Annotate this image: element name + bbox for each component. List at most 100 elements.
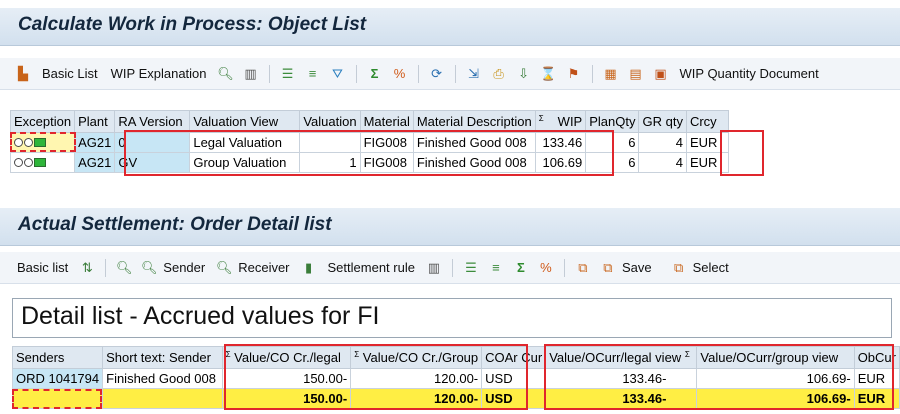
- sort-ascending-icon[interactable]: ☰: [462, 259, 480, 277]
- grqty-cell[interactable]: 4: [638, 152, 687, 173]
- grqty-cell[interactable]: 4: [638, 132, 687, 153]
- wip-explanation-button[interactable]: WIP Explanation: [106, 66, 212, 81]
- plant-cell[interactable]: AG21: [74, 132, 116, 153]
- layout-icon[interactable]: ▦: [602, 65, 620, 83]
- table-row[interactable]: AG21 GV Group Valuation 1 FIG008 Finishe…: [9, 152, 729, 173]
- col-oc-group[interactable]: Value/OCurr/group view: [696, 346, 855, 369]
- plant-cell[interactable]: AG21: [74, 152, 116, 173]
- col-exception[interactable]: Exception: [9, 110, 76, 133]
- short-text-cell[interactable]: Finished Good 008: [102, 368, 223, 389]
- col-material[interactable]: Material: [359, 110, 414, 133]
- material-cell[interactable]: FIG008: [359, 132, 414, 153]
- col-crcy[interactable]: Crcy: [685, 110, 729, 133]
- save-button[interactable]: Save: [622, 260, 657, 275]
- layout-choose-icon[interactable]: ▤: [627, 65, 645, 83]
- total-oc-legal-cell[interactable]: 133.46-: [545, 388, 698, 409]
- total-obcur-cell[interactable]: EUR: [853, 388, 900, 409]
- wip-cell[interactable]: 133.46: [534, 132, 587, 153]
- detail-icon[interactable]: 🔍︎: [115, 259, 133, 277]
- planqty-cell[interactable]: 6: [585, 152, 640, 173]
- col-gr-qty[interactable]: GR qty: [638, 110, 687, 133]
- sender-button[interactable]: Sender: [163, 260, 210, 275]
- co-legal-cell[interactable]: 150.00-: [221, 368, 352, 389]
- valuation-cell[interactable]: 1: [299, 152, 361, 173]
- col-short-text[interactable]: Short text: Sender: [102, 346, 223, 369]
- col-material-description[interactable]: Material Description: [412, 110, 536, 133]
- col-senders[interactable]: Senders: [11, 346, 104, 369]
- subtotal-icon[interactable]: %: [391, 65, 409, 83]
- sort-descending-icon[interactable]: ≡: [304, 65, 322, 83]
- valuation-view-cell[interactable]: Legal Valuation: [189, 132, 301, 153]
- col-planqty[interactable]: PlanQty: [585, 110, 640, 133]
- columns-icon[interactable]: ▥: [242, 65, 260, 83]
- valuation-cell[interactable]: [299, 132, 361, 153]
- col-plant[interactable]: Plant: [74, 110, 116, 133]
- receiver-icon[interactable]: 🔍︎: [215, 259, 233, 277]
- sort-ascending-icon[interactable]: ☰: [279, 65, 297, 83]
- col-coar-cur[interactable]: COAr Cur: [481, 346, 547, 369]
- col-oc-legal[interactable]: Value/OCurr/legal view Σ: [545, 346, 698, 369]
- sender-icon[interactable]: 🔍︎: [140, 259, 158, 277]
- total-oc-group-cell[interactable]: 106.69-: [696, 388, 855, 409]
- settlement-rule-icon[interactable]: ▮: [300, 259, 318, 277]
- wip-quantity-document-button[interactable]: WIP Quantity Document: [675, 66, 824, 81]
- basic-list-button[interactable]: Basic list: [12, 260, 73, 275]
- col-ra-version[interactable]: RA Version: [114, 110, 191, 133]
- settlement-rule-button[interactable]: Settlement rule: [323, 260, 420, 275]
- table-row[interactable]: ORD 1041794 Finished Good 008 150.00- 12…: [11, 368, 900, 389]
- sort-descending-icon[interactable]: ≡: [487, 259, 505, 277]
- layout-save-icon[interactable]: ⧉: [599, 259, 617, 277]
- refresh-icon[interactable]: ⇅: [78, 259, 96, 277]
- total-co-group-cell[interactable]: 120.00-: [350, 388, 483, 409]
- print-icon[interactable]: ⎙: [490, 65, 508, 83]
- wip-cell[interactable]: 106.69: [534, 152, 587, 173]
- col-valuation[interactable]: Valuation: [299, 110, 361, 133]
- layout-save-icon[interactable]: ▣: [652, 65, 670, 83]
- total-row[interactable]: 150.00- 120.00- USD 133.46- 106.69- EUR: [11, 388, 900, 409]
- exception-cell[interactable]: [9, 152, 76, 173]
- valuation-view-cell[interactable]: Group Valuation: [189, 152, 301, 173]
- crcy-cell[interactable]: EUR: [685, 132, 729, 153]
- refresh-icon[interactable]: ⟳: [428, 65, 446, 83]
- basic-list-icon[interactable]: ▙: [14, 65, 32, 83]
- exception-cell[interactable]: [9, 132, 76, 153]
- layout-select-icon[interactable]: ⧉: [670, 259, 688, 277]
- graphic-icon[interactable]: ⚑: [565, 65, 583, 83]
- crcy-cell[interactable]: EUR: [685, 152, 729, 173]
- select-button[interactable]: Select: [693, 260, 734, 275]
- export-icon[interactable]: ⇲: [465, 65, 483, 83]
- coar-cur-cell[interactable]: USD: [481, 368, 547, 389]
- download-icon[interactable]: ⇩: [515, 65, 533, 83]
- total-short-text-cell[interactable]: [102, 388, 223, 409]
- total-co-legal-cell[interactable]: 150.00-: [221, 388, 352, 409]
- co-group-cell[interactable]: 120.00-: [350, 368, 483, 389]
- total-sender-cell[interactable]: [11, 388, 104, 409]
- oc-legal-cell[interactable]: 133.46-: [545, 368, 698, 389]
- sum-icon[interactable]: Σ: [512, 259, 530, 277]
- total-coar-cur-cell[interactable]: USD: [481, 388, 547, 409]
- basic-list-button[interactable]: Basic List: [37, 66, 103, 81]
- material-cell[interactable]: FIG008: [359, 152, 414, 173]
- col-obcur[interactable]: ObCur: [853, 346, 900, 369]
- col-wip[interactable]: Σ WIP: [534, 110, 587, 133]
- description-cell[interactable]: Finished Good 008: [412, 132, 536, 153]
- description-cell[interactable]: Finished Good 008: [412, 152, 536, 173]
- filter-icon[interactable]: ⛛: [329, 65, 347, 83]
- col-co-group[interactable]: Σ Value/CO Cr./Group: [350, 346, 483, 369]
- sum-icon[interactable]: Σ: [366, 65, 384, 83]
- table-row[interactable]: AG21 0 Legal Valuation FIG008 Finished G…: [9, 132, 729, 153]
- layout-change-icon[interactable]: ⧉: [574, 259, 592, 277]
- col-valuation-view[interactable]: Valuation View: [189, 110, 301, 133]
- ra-version-cell[interactable]: 0: [114, 132, 191, 153]
- col-co-legal[interactable]: Σ Value/CO Cr./legal: [221, 346, 352, 369]
- obcur-cell[interactable]: EUR: [853, 368, 900, 389]
- receiver-button[interactable]: Receiver: [238, 260, 294, 275]
- columns-icon[interactable]: ▥: [425, 259, 443, 277]
- sender-cell[interactable]: ORD 1041794: [11, 368, 104, 389]
- abc-analysis-icon[interactable]: ⌛: [540, 65, 558, 83]
- planqty-cell[interactable]: 6: [585, 132, 640, 153]
- detail-icon[interactable]: 🔍︎: [217, 65, 235, 83]
- ra-version-cell[interactable]: GV: [114, 152, 191, 173]
- subtotal-icon[interactable]: %: [537, 259, 555, 277]
- oc-group-cell[interactable]: 106.69-: [696, 368, 855, 389]
